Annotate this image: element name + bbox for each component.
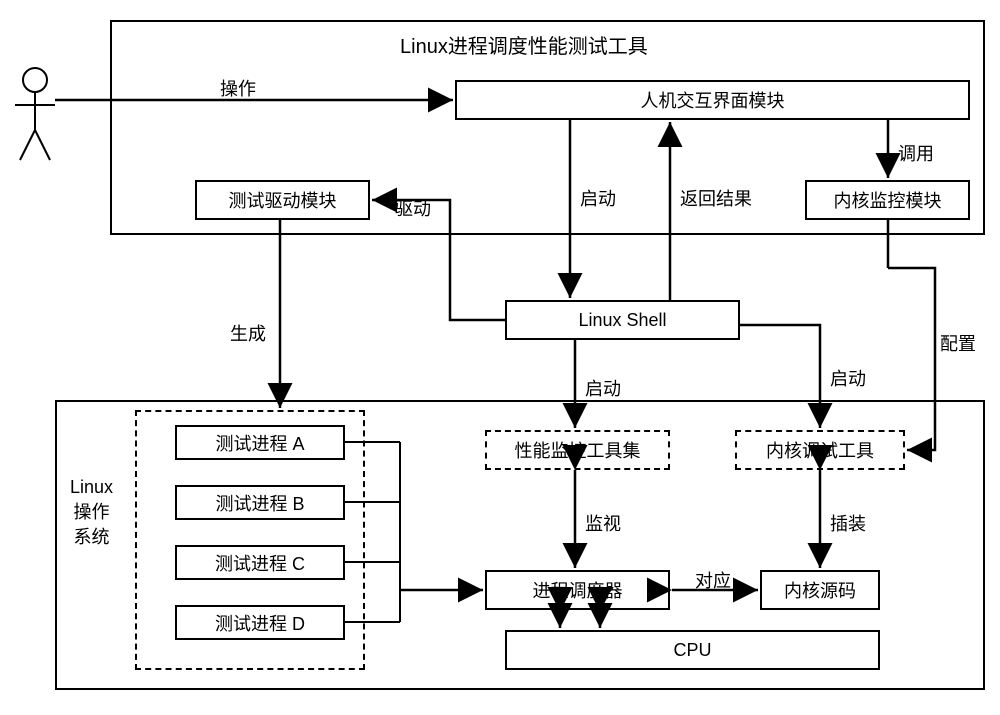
cpu: CPU [505, 630, 880, 670]
proc-a: 测试进程 A [175, 425, 345, 460]
kernel-monitor-label: 内核监控模块 [834, 187, 942, 213]
kernel-debug: 内核调试工具 [735, 430, 905, 470]
label-startup3: 启动 [830, 365, 866, 391]
label-startup2: 启动 [585, 375, 621, 401]
proc-a-label: 测试进程 A [215, 430, 304, 456]
kernel-monitor: 内核监控模块 [805, 180, 970, 220]
proc-c-label: 测试进程 C [215, 550, 305, 576]
proc-d-label: 测试进程 D [215, 610, 305, 636]
proc-b-label: 测试进程 B [215, 490, 304, 516]
perf-tools: 性能监控工具集 [485, 430, 670, 470]
test-driver: 测试驱动模块 [195, 180, 370, 220]
scheduler: 进程调度器 [485, 570, 670, 610]
linux-shell-label: Linux Shell [578, 310, 666, 331]
os-label: Linux操作系统 [70, 475, 113, 551]
ui-module: 人机交互界面模块 [455, 80, 970, 120]
proc-b: 测试进程 B [175, 485, 345, 520]
proc-d: 测试进程 D [175, 605, 345, 640]
label-operate: 操作 [220, 75, 256, 101]
label-call: 调用 [898, 140, 934, 166]
label-startup: 启动 [580, 185, 616, 211]
scheduler-label: 进程调度器 [533, 577, 623, 603]
kernel-source-label: 内核源码 [784, 577, 856, 603]
ui-module-label: 人机交互界面模块 [641, 87, 785, 113]
kernel-source: 内核源码 [760, 570, 880, 610]
label-return: 返回结果 [680, 185, 752, 211]
label-config: 配置 [940, 330, 976, 356]
label-drive: 驱动 [395, 195, 431, 221]
test-driver-label: 测试驱动模块 [229, 187, 337, 213]
linux-shell: Linux Shell [505, 300, 740, 340]
tool-title: Linux进程调度性能测试工具 [400, 30, 648, 59]
label-instrument: 插装 [830, 510, 866, 536]
kernel-debug-label: 内核调试工具 [766, 437, 874, 463]
label-correspond: 对应 [695, 567, 731, 593]
perf-tools-label: 性能监控工具集 [515, 437, 641, 463]
label-monitor: 监视 [585, 510, 621, 536]
proc-c: 测试进程 C [175, 545, 345, 580]
cpu-label: CPU [673, 640, 711, 661]
label-generate: 生成 [230, 320, 266, 346]
